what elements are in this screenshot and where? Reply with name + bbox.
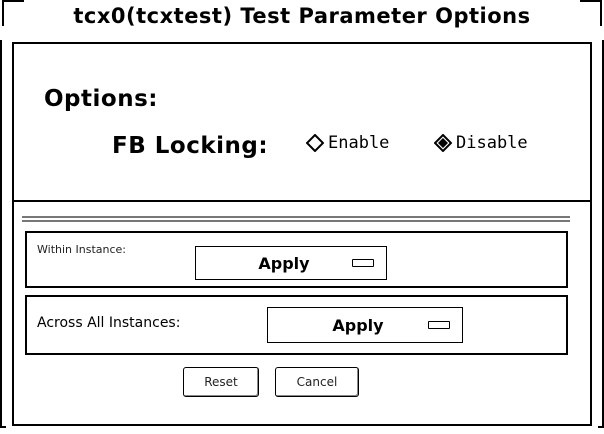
fb-locking-disable-radio[interactable]: Disable xyxy=(434,133,528,153)
within-instance-label: Within Instance: xyxy=(37,243,126,256)
disable-label: Disable xyxy=(456,133,528,153)
divider-line xyxy=(22,216,570,218)
reset-button[interactable]: Reset xyxy=(183,367,259,397)
dialog-window: tcx0(tcxtest) Test Parameter Options Opt… xyxy=(0,0,604,434)
menu-indicator-icon xyxy=(352,259,374,267)
across-instances-apply-menu-button[interactable]: Apply xyxy=(267,307,463,343)
section-divider xyxy=(12,200,592,202)
fb-locking-label: FB Locking: xyxy=(112,133,269,159)
enable-label: Enable xyxy=(328,133,390,153)
diamond-outline-icon xyxy=(306,134,324,152)
window-border-left xyxy=(0,40,6,428)
window-title: tcx0(tcxtest) Test Parameter Options xyxy=(73,4,531,28)
options-heading: Options: xyxy=(44,86,158,112)
fb-locking-enable-radio[interactable]: Enable xyxy=(306,133,389,153)
apply-label: Apply xyxy=(258,253,310,273)
diamond-filled-icon xyxy=(434,134,452,152)
apply-label: Apply xyxy=(332,315,384,335)
across-instances-label: Across All Instances: xyxy=(37,315,181,331)
divider-line xyxy=(22,220,570,222)
window-border-right xyxy=(598,40,604,428)
menu-indicator-icon xyxy=(428,321,450,329)
cancel-button[interactable]: Cancel xyxy=(275,367,359,397)
within-instance-apply-menu-button[interactable]: Apply xyxy=(195,246,387,280)
